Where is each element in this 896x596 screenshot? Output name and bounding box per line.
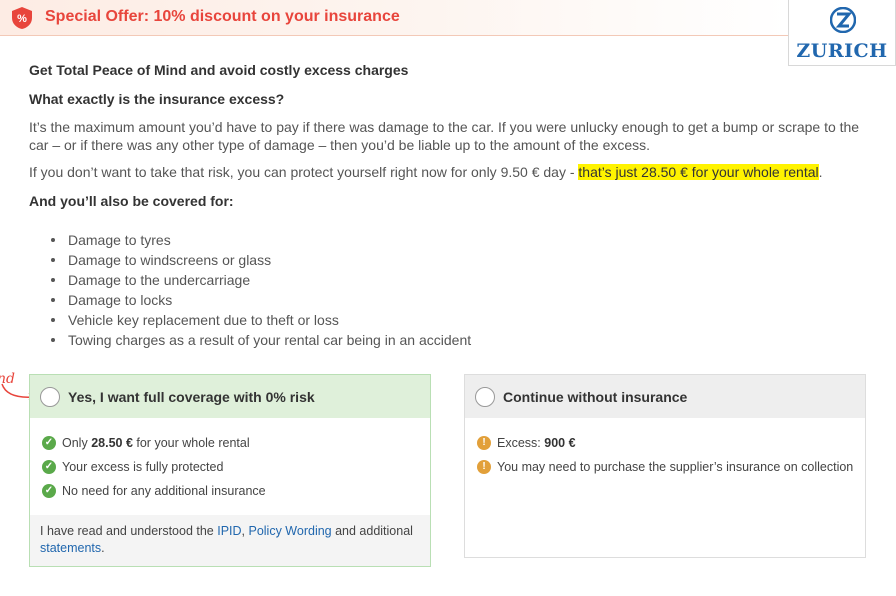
full-coverage-title: Yes, I want full coverage with 0% risk [68, 389, 315, 405]
offer-banner: % Special Offer: 10% discount on your in… [0, 0, 788, 36]
option-full-coverage[interactable]: Yes, I want full coverage with 0% risk ✓… [29, 374, 431, 567]
list-item: Vehicle key replacement due to theft or … [49, 310, 471, 330]
feature-price: ✓ Only 28.50 € for your whole rental [42, 434, 250, 452]
excess-question: What exactly is the insurance excess? [29, 91, 285, 107]
checkmark-icon: ✓ [42, 436, 56, 450]
zurich-emblem-icon [830, 7, 856, 33]
option-no-insurance[interactable]: Continue without insurance ! Excess: 900 … [464, 374, 866, 558]
svg-text:%: % [17, 13, 27, 25]
list-item: Damage to tyres [49, 230, 471, 250]
checkmark-icon: ✓ [42, 484, 56, 498]
warning-icon: ! [477, 460, 491, 474]
intro-heading: Get Total Peace of Mind and avoid costly… [29, 62, 409, 78]
logo-text: ZURICH [796, 40, 888, 62]
list-item: Towing charges as a result of your renta… [49, 330, 471, 350]
zurich-logo: ZURICH [788, 0, 896, 66]
warning-icon: ! [477, 436, 491, 450]
feature-excess: ✓ Your excess is fully protected [42, 458, 223, 476]
policy-wording-link[interactable]: Policy Wording [248, 524, 331, 538]
list-item: Damage to the undercarriage [49, 270, 471, 290]
full-coverage-radio[interactable] [40, 387, 60, 407]
no-insurance-title: Continue without insurance [503, 389, 688, 405]
discount-shield-icon: % [12, 7, 32, 29]
checkmark-icon: ✓ [42, 460, 56, 474]
excess-answer: It’s the maximum amount you’d have to pa… [29, 119, 860, 153]
banner-title: Special Offer: 10% discount on your insu… [45, 8, 400, 25]
warning-supplier-insurance: ! You may need to purchase the supplier’s… [477, 458, 857, 476]
offer-highlight: that’s just 28.50 € for your whole renta… [578, 164, 819, 180]
covered-heading: And you’ll also be covered for: [29, 193, 234, 209]
option-no-insurance-header[interactable]: Continue without insurance [465, 375, 865, 418]
legal-notice: I have read and understood the IPID, Pol… [30, 515, 430, 566]
no-insurance-radio[interactable] [475, 387, 495, 407]
statements-link[interactable]: statements [40, 541, 101, 555]
offer-paragraph: If you don’t want to take that risk, you… [29, 164, 823, 180]
list-item: Damage to locks [49, 290, 471, 310]
warning-excess: ! Excess: 900 € [477, 434, 576, 452]
ipid-link[interactable]: IPID [217, 524, 241, 538]
feature-no-additional: ✓ No need for any additional insurance [42, 482, 266, 500]
list-item: Damage to windscreens or glass [49, 250, 471, 270]
option-full-coverage-header[interactable]: Yes, I want full coverage with 0% risk [30, 375, 430, 418]
coverage-list: Damage to tyres Damage to windscreens or… [49, 230, 471, 350]
